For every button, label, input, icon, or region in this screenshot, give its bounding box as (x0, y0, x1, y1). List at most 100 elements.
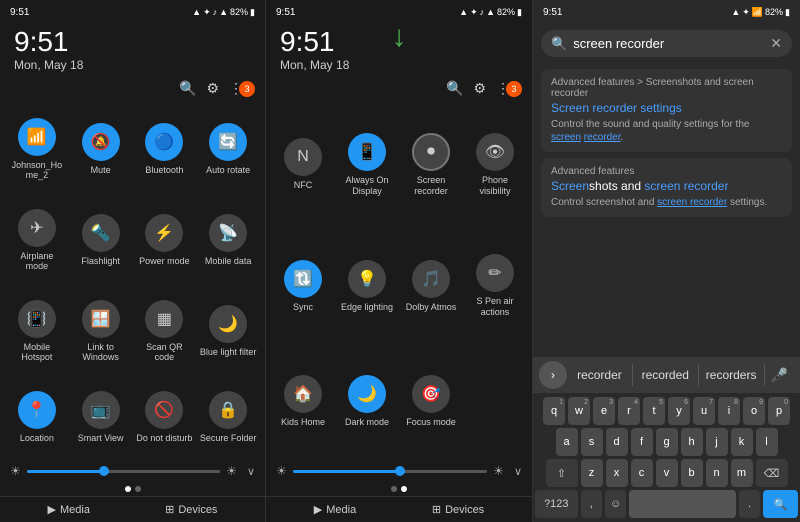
key-m[interactable]: m (731, 459, 753, 487)
settings-icon[interactable]: ⚙ (206, 80, 219, 97)
devices-icon-left: ⊞ (165, 503, 174, 516)
brightness-low-icon: ☀ (10, 464, 21, 478)
key-space[interactable] (629, 490, 736, 518)
tile-icon-location: 📍 (18, 391, 56, 429)
brightness-slider-mid[interactable] (293, 470, 487, 473)
tile-smartview[interactable]: 📺 Smart View (70, 378, 132, 456)
tile-aod[interactable]: 📱 Always On Display (336, 105, 398, 224)
brightness-slider-left[interactable] (27, 470, 220, 473)
tile-securefolder[interactable]: 🔒 Secure Folder (197, 378, 259, 456)
clear-search-button[interactable]: ✕ (770, 35, 782, 52)
tile-qr[interactable]: ▦ Scan QR code (134, 287, 196, 376)
tile-icon-kids: 🏠 (284, 375, 322, 413)
tile-dark[interactable]: 🌙 Dark mode (336, 348, 398, 456)
key-u[interactable]: u7 (693, 397, 715, 425)
key-v[interactable]: v (656, 459, 678, 487)
key-t[interactable]: t5 (643, 397, 665, 425)
key-z[interactable]: z (581, 459, 603, 487)
key-o[interactable]: o9 (743, 397, 765, 425)
search-bar[interactable]: 🔍 ✕ (541, 30, 792, 57)
tile-bluetooth[interactable]: 🔵 Bluetooth (134, 105, 196, 194)
keyboard-row-4: ?123 , ☺ . 🔍 (535, 490, 798, 518)
tile-edge[interactable]: 💡 Edge lighting (336, 226, 398, 345)
key-r[interactable]: r4 (618, 397, 640, 425)
suggestion-3[interactable]: recorders (699, 364, 765, 386)
key-h[interactable]: h (681, 428, 703, 456)
microphone-icon[interactable]: 🎤 (765, 367, 794, 384)
tile-mobiledata[interactable]: 📡 Mobile data (197, 196, 259, 285)
media-button-left[interactable]: ▶ Media (48, 503, 90, 516)
tile-focus[interactable]: 🎯 Focus mode (400, 348, 462, 456)
status-time-right: 9:51 (543, 7, 562, 18)
search-icon-mid[interactable]: 🔍 (446, 80, 463, 97)
tile-airplane[interactable]: ✈ Airplane mode (6, 196, 68, 285)
tile-spen[interactable]: ✏ S Pen air actions (464, 226, 526, 345)
mid-panel: 9:51 ▲ ✦ ♪ ▲ 82% ▮ ↓ 9:51 Mon, May 18 🔍 … (266, 0, 533, 522)
suggestion-1[interactable]: recorder (567, 364, 633, 386)
key-g[interactable]: g (656, 428, 678, 456)
tile-label-spen: S Pen air actions (466, 296, 524, 318)
search-input[interactable] (573, 36, 764, 51)
expand-icon-mid[interactable]: ∨ (514, 465, 522, 478)
expand-icon[interactable]: ∨ (247, 465, 255, 478)
key-symbols[interactable]: ?123 (535, 490, 578, 518)
key-s[interactable]: s (581, 428, 603, 456)
tile-dolby[interactable]: 🎵 Dolby Atmos (400, 226, 462, 345)
key-k[interactable]: k (731, 428, 753, 456)
tile-flashlight[interactable]: 🔦 Flashlight (70, 196, 132, 285)
key-y[interactable]: y6 (668, 397, 690, 425)
key-x[interactable]: x (606, 459, 628, 487)
settings-icon-mid[interactable]: ⚙ (473, 80, 486, 97)
tile-bluelight[interactable]: 🌙 Blue light filter (197, 287, 259, 376)
key-comma[interactable]: , (581, 490, 602, 518)
tile-icon-hotspot: 📳 (18, 300, 56, 338)
key-w[interactable]: w2 (568, 397, 590, 425)
key-e[interactable]: e3 (593, 397, 615, 425)
tile-kids[interactable]: 🏠 Kids Home (272, 348, 334, 456)
search-result-2[interactable]: Advanced features Screenshots and screen… (541, 158, 792, 217)
key-p[interactable]: p0 (768, 397, 790, 425)
tile-autorotate[interactable]: 🔄 Auto rotate (197, 105, 259, 194)
tile-nfc[interactable]: N NFC (272, 105, 334, 224)
tile-dnd[interactable]: 🚫 Do not disturb (134, 378, 196, 456)
key-b[interactable]: b (681, 459, 703, 487)
media-icon-mid: ▶ (314, 503, 322, 516)
key-backspace[interactable]: ⌫ (756, 459, 788, 487)
tile-powermode[interactable]: ⚡ Power mode (134, 196, 196, 285)
suggestion-2[interactable]: recorded (633, 364, 699, 386)
tile-windows[interactable]: 🪟 Link to Windows (70, 287, 132, 376)
key-l[interactable]: l (756, 428, 778, 456)
tile-mute[interactable]: 🔕 Mute (70, 105, 132, 194)
key-emoji[interactable]: ☺ (605, 490, 626, 518)
key-c[interactable]: c (631, 459, 653, 487)
tile-wifi[interactable]: 📶 Johnson_Home_2 (6, 105, 68, 194)
tile-hotspot[interactable]: 📳 Mobile Hotspot (6, 287, 68, 376)
tile-icon-focus: 🎯 (412, 375, 450, 413)
devices-button-mid[interactable]: ⊞ Devices (432, 503, 484, 516)
key-f[interactable]: f (631, 428, 653, 456)
key-shift[interactable]: ⇧ (546, 459, 578, 487)
tile-label-dnd: Do not disturb (136, 433, 192, 444)
result-path-1: Advanced features > Screenshots and scre… (551, 77, 782, 99)
key-n[interactable]: n (706, 459, 728, 487)
tile-location[interactable]: 📍 Location (6, 378, 68, 456)
page-dot-mid-1 (391, 486, 397, 492)
clock-date-mid: Mon, May 18 (280, 58, 518, 72)
tile-screenrec[interactable]: ⏺ Screen recorder (400, 105, 462, 224)
devices-button-left[interactable]: ⊞ Devices (165, 503, 217, 516)
key-q[interactable]: q1 (543, 397, 565, 425)
brightness-low-icon-mid: ☀ (276, 464, 287, 478)
key-a[interactable]: a (556, 428, 578, 456)
tile-sync[interactable]: 🔃 Sync (272, 226, 334, 345)
key-period[interactable]: . (739, 490, 760, 518)
key-d[interactable]: d (606, 428, 628, 456)
key-search[interactable]: 🔍 (763, 490, 798, 518)
key-i[interactable]: i8 (718, 397, 740, 425)
clock-area-left: 9:51 Mon, May 18 (0, 22, 265, 76)
search-result-1[interactable]: Advanced features > Screenshots and scre… (541, 69, 792, 152)
tile-phonevis[interactable]: 👁 Phone visibility (464, 105, 526, 224)
media-button-mid[interactable]: ▶ Media (314, 503, 356, 516)
search-icon[interactable]: 🔍 (179, 80, 196, 97)
suggestion-arrow[interactable]: › (539, 361, 567, 389)
key-j[interactable]: j (706, 428, 728, 456)
